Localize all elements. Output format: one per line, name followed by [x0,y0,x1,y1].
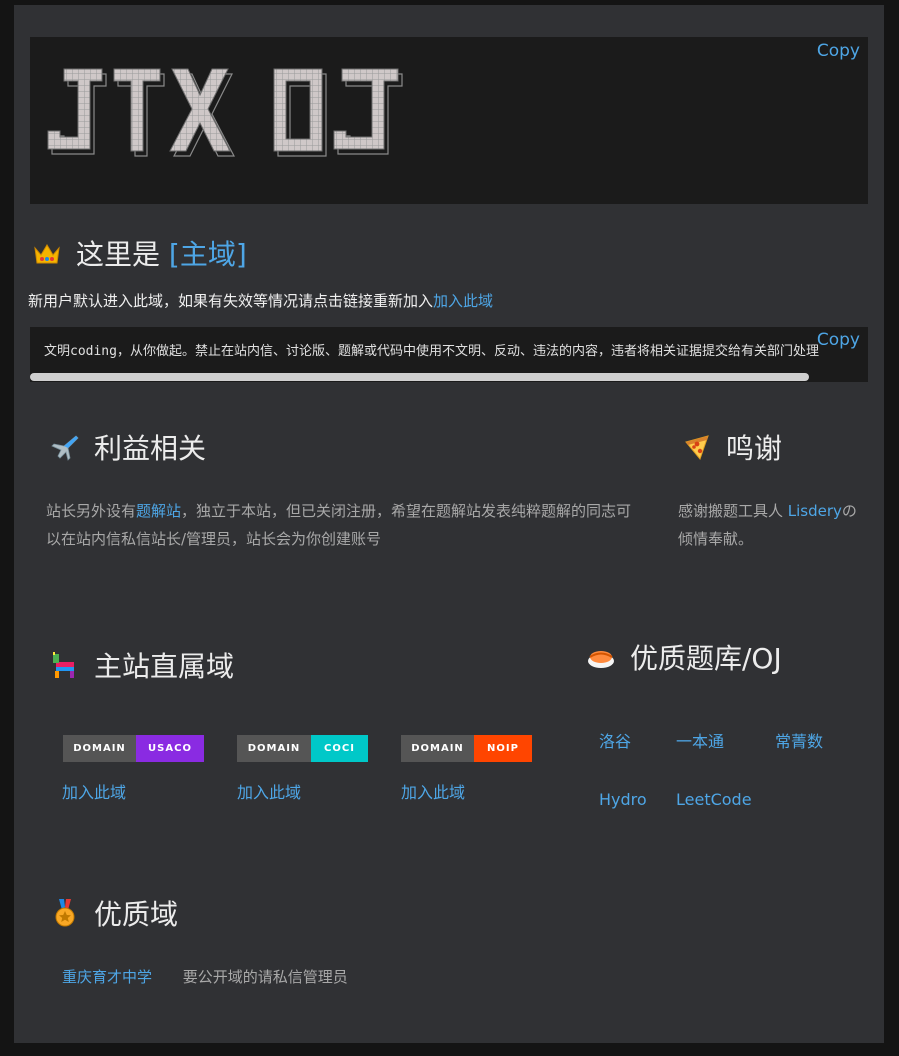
main-domain-intro: 新用户默认进入此域，如果有失效等情况请点击链接重新加入加入此域 [28,287,493,315]
join-main-domain-link[interactable]: 加入此域 [433,292,493,310]
oj-link-hydro[interactable]: Hydro [599,790,647,809]
quality-domain-row: 重庆育才中学 要公开域的请私信管理员 [62,963,348,991]
coci-domain-badge: DOMAIN COCI [237,735,368,762]
chongqing-yucai-link[interactable]: 重庆育才中学 [62,968,152,986]
main-domain-link[interactable]: [主域] [169,238,247,271]
horizontal-scrollbar[interactable] [30,373,809,381]
airplane-icon [51,435,79,461]
join-noip-link[interactable]: 加入此域 [401,779,465,803]
copy-button[interactable]: Copy [808,41,868,61]
thanks-text-a: 感谢搬题工具人 [678,502,788,520]
badge-right-label: USACO [136,735,204,762]
main-domain-heading: 这里是 [主域] [32,233,247,273]
thanks-title: 鸣谢 [726,432,783,465]
interest-text: 站长另外设有题解站，独立于本站，但已关闭注册，希望在题解站发表纯粹题解的同志可以… [46,497,646,553]
oj-link-changjingshu[interactable]: 常菁数 [775,728,823,752]
join-usaco-link[interactable]: 加入此域 [62,779,126,803]
pinata-icon [53,652,74,678]
interest-heading: 利益相关 [50,427,206,467]
badge-right-label: COCI [311,735,368,762]
oj-link-luogu[interactable]: 洛谷 [599,728,631,752]
join-coci-link[interactable]: 加入此域 [237,779,301,803]
lisdery-link[interactable]: Lisdery [788,502,842,520]
sub-domains-title: 主站直属域 [94,650,235,683]
badge-left-label: DOMAIN [63,735,136,762]
quality-domains-heading: 优质域 [50,893,178,933]
badge-left-label: DOMAIN [401,735,474,762]
ascii-banner: Copy [30,37,868,204]
interest-title: 利益相关 [94,432,207,465]
interest-text-a: 站长另外设有 [46,502,137,520]
notice-code-block: 文明coding，从你做起。禁止在站内信、讨论版、题解或代码中使用不文明、反动、… [30,327,868,382]
oj-link-ybt[interactable]: 一本通 [676,728,724,752]
jtx-oj-ascii-logo [47,68,403,157]
noip-domain-badge: DOMAIN NOIP [401,735,532,762]
page-panel: Copy 这里是 [主域] 新用户默认进入此域，如果有失效等情况请点击链接重新加… [14,5,884,1043]
usaco-domain-badge: DOMAIN USACO [63,735,204,762]
oj-list-title: 优质题库/OJ [630,642,782,675]
thanks-heading: 鸣谢 [682,427,782,467]
oj-link-leetcode[interactable]: LeetCode [676,790,752,809]
badge-right-label: NOIP [474,735,532,762]
quality-title: 优质域 [94,898,179,931]
crown-icon [34,244,60,264]
medal-icon [55,899,75,927]
sub-domains-heading: 主站直属域 [50,645,234,685]
intro-text: 新用户默认进入此域，如果有失效等情况请点击链接重新加入 [28,292,434,310]
pizza-icon [685,435,709,461]
notice-copy-button[interactable]: Copy [809,330,868,350]
solution-site-link[interactable]: 题解站 [136,502,181,520]
pie-icon [588,651,614,668]
notice-text: 文明coding，从你做起。禁止在站内信、讨论版、题解或代码中使用不文明、反动、… [44,344,819,359]
thanks-text: 感谢搬题工具人 Lisderyの倾情奉献。 [678,497,858,553]
heading-prefix: 这里是 [76,238,169,271]
oj-list-heading: 优质题库/OJ [586,637,782,677]
badge-left-label: DOMAIN [237,735,311,762]
quality-note: 要公开域的请私信管理员 [182,968,348,986]
